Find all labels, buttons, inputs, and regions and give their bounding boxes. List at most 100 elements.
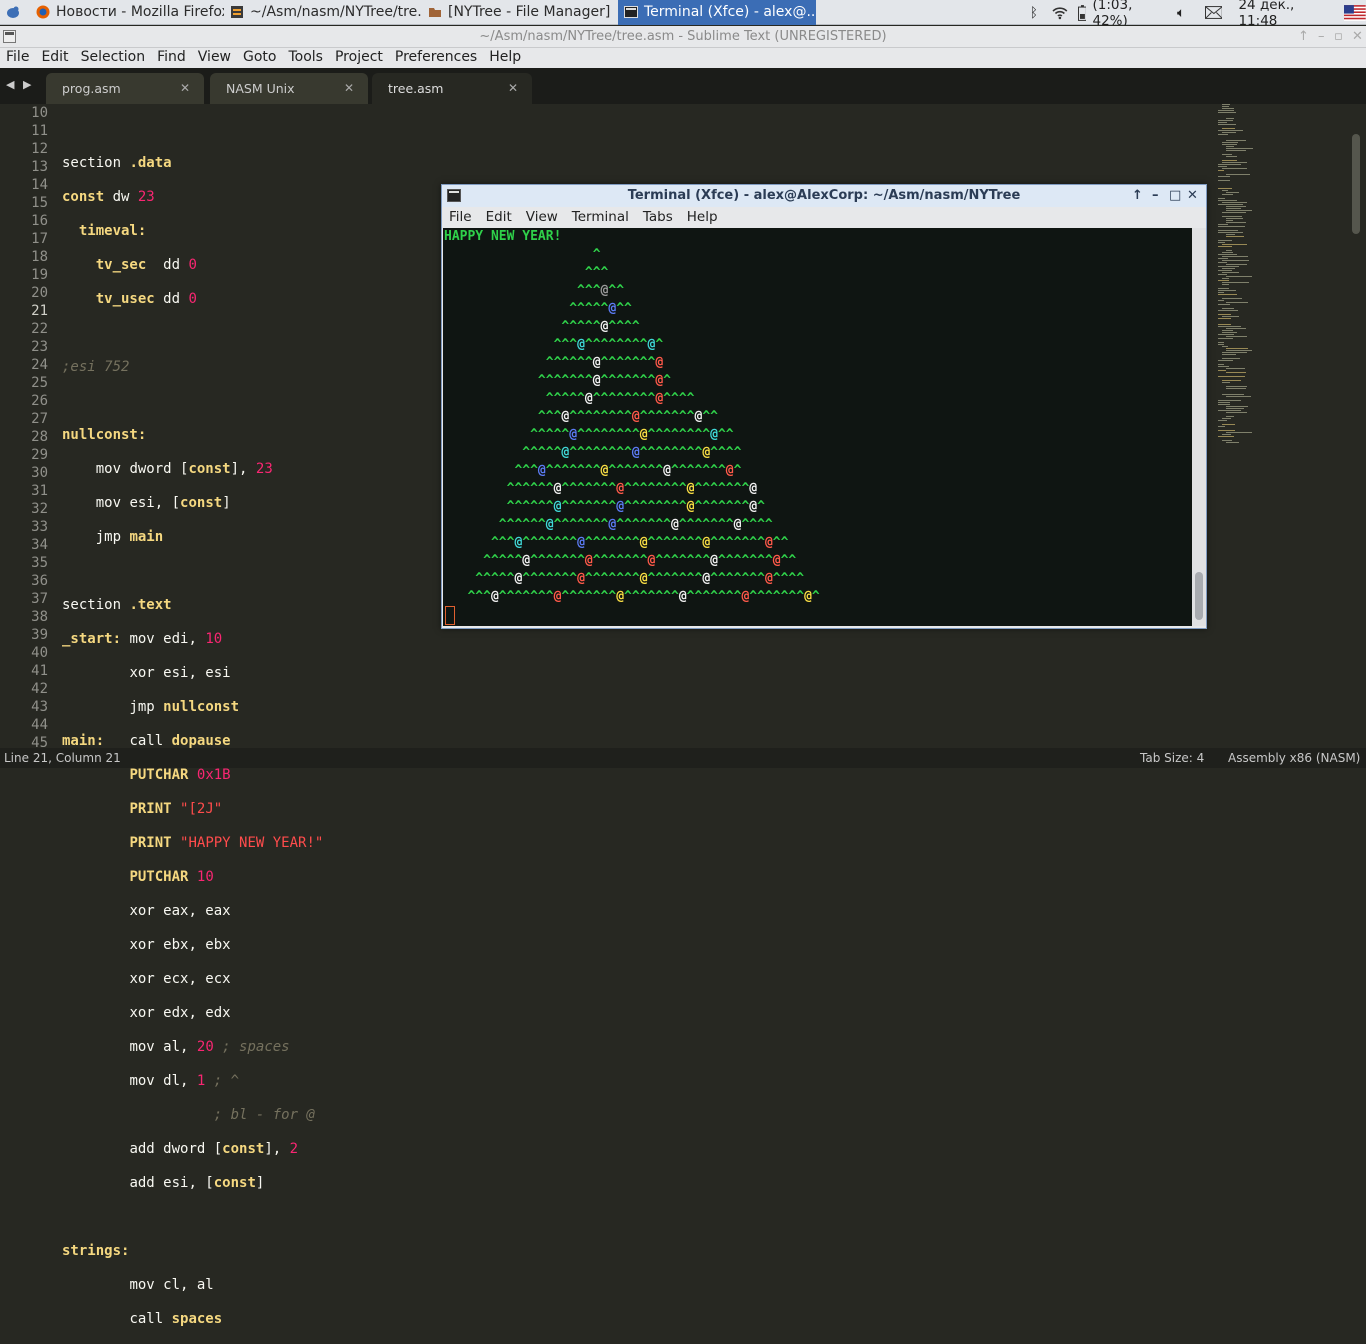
tab-nasm-unix[interactable]: NASM Unix ✕ [210, 73, 368, 104]
tab-close-icon[interactable]: ✕ [180, 73, 190, 104]
minimap-line [1222, 382, 1230, 383]
terminal-menu-edit[interactable]: Edit [479, 207, 519, 227]
terminal-menu-file[interactable]: File [442, 207, 479, 227]
minimap-line [1222, 104, 1230, 105]
minimap-line [1218, 404, 1230, 405]
terminal-scrollbar-thumb[interactable] [1195, 572, 1203, 620]
minimap-line [1222, 354, 1236, 355]
syntax-selector[interactable]: Assembly x86 (NASM) [1228, 748, 1360, 768]
battery-icon[interactable] [1077, 4, 1087, 21]
minimap-line [1222, 316, 1239, 317]
taskbar-item-file-manager[interactable]: [NYTree - File Manager] [422, 0, 618, 25]
us-flag-icon[interactable] [1344, 4, 1366, 21]
tab-tree-asm[interactable]: tree.asm ✕ [372, 73, 532, 104]
window-close-icon[interactable]: ✕ [1187, 185, 1198, 207]
window-pin-icon[interactable]: ↑ [1298, 26, 1309, 48]
firefox-icon [36, 5, 50, 19]
window-minimize-icon[interactable]: – [1318, 26, 1325, 48]
tab-scroll-left-icon[interactable]: ◀ [6, 78, 14, 91]
window-pin-icon[interactable]: ↑ [1132, 185, 1143, 207]
minimap-line [1226, 396, 1251, 397]
minimap-line [1222, 380, 1241, 381]
minimap-line [1218, 370, 1226, 371]
terminal-icon[interactable] [447, 189, 461, 202]
taskbar-item-firefox[interactable]: Новости - Mozilla Firefox [30, 0, 224, 25]
tab-scroll-right-icon[interactable]: ▶ [23, 78, 31, 91]
tab-prog-asm[interactable]: prog.asm ✕ [46, 73, 204, 104]
minimap-line [1218, 290, 1236, 291]
menu-edit[interactable]: Edit [35, 48, 74, 68]
minimap-line [1226, 236, 1244, 237]
mail-icon[interactable] [1204, 6, 1223, 19]
minimap-line [1218, 360, 1233, 361]
code-line: section .data [62, 155, 172, 171]
menu-launcher-button[interactable] [0, 0, 30, 25]
editor-scrollbar[interactable] [1352, 134, 1360, 234]
minimap-line [1218, 420, 1227, 421]
line-number: 22 [31, 321, 48, 337]
terminal-output[interactable]: HAPPY NEW YEAR! ^ ^^^ ^^^@^^ ^^^^^@^^ ^^… [443, 228, 1192, 626]
terminal-titlebar[interactable]: Terminal (Xfce) - alex@AlexCorp: ~/Asm/n… [442, 185, 1206, 207]
minimap-line [1222, 132, 1236, 133]
window-close-icon[interactable]: ✕ [1352, 26, 1363, 48]
minimap-line [1222, 434, 1231, 435]
line-number: 24 [31, 357, 48, 373]
minimap-line [1222, 330, 1233, 331]
code-line: _start: mov edi, 10 [62, 631, 223, 647]
wifi-icon[interactable] [1052, 6, 1068, 20]
minimap-line [1222, 260, 1249, 261]
window-maximize-icon[interactable]: □ [1169, 185, 1181, 207]
minimap-line [1218, 200, 1237, 201]
terminal-menu-view[interactable]: View [519, 207, 565, 227]
window-maximize-icon[interactable]: ▫ [1334, 26, 1343, 48]
terminal-menu-help[interactable]: Help [680, 207, 725, 227]
minimap-line [1218, 242, 1225, 243]
menu-view[interactable]: View [192, 48, 237, 68]
tab-bar: ◀ ▶ prog.asm ✕ NASM Unix ✕ tree.asm ✕ [0, 68, 1366, 104]
minimap-line [1222, 106, 1229, 107]
minimap-line [1218, 426, 1225, 427]
menu-tools[interactable]: Tools [282, 48, 329, 68]
line-number: 37 [31, 591, 48, 607]
system-tray: ᛒ (1:03, 42%) 🔈︎ 24 дек., 11:48 [1026, 0, 1366, 29]
minimap-line [1218, 166, 1227, 167]
line-number: 42 [31, 681, 48, 697]
minimap[interactable] [1218, 104, 1278, 464]
volume-icon[interactable]: 🔈︎ [1177, 5, 1195, 21]
editor-titlebar: ~/Asm/nasm/NYTree/tree.asm - Sublime Tex… [0, 26, 1366, 48]
minimap-line [1226, 146, 1234, 147]
menu-project[interactable]: Project [329, 48, 389, 68]
minimap-line [1222, 190, 1228, 191]
menu-preferences[interactable]: Preferences [389, 48, 483, 68]
menu-file[interactable]: File [0, 48, 35, 68]
taskbar-label: [NYTree - File Manager] [448, 4, 611, 20]
taskbar-item-sublime[interactable]: ~/Asm/nasm/NYTree/tre... [224, 0, 422, 25]
terminal-cursor [445, 606, 455, 625]
menu-find[interactable]: Find [151, 48, 192, 68]
minimap-line [1226, 208, 1241, 209]
terminal-menu-terminal[interactable]: Terminal [565, 207, 636, 227]
minimap-line [1226, 140, 1246, 141]
tab-close-icon[interactable]: ✕ [344, 73, 354, 104]
minimap-line [1226, 250, 1232, 251]
window-minimize-icon[interactable]: – [1152, 185, 1159, 207]
bluetooth-icon[interactable]: ᛒ [1026, 5, 1042, 21]
tab-size-selector[interactable]: Tab Size: 4 [1140, 748, 1204, 768]
menu-help[interactable]: Help [483, 48, 527, 68]
minimap-line [1218, 170, 1224, 171]
terminal-scrollbar[interactable] [1192, 228, 1206, 626]
minimap-line [1226, 222, 1246, 223]
battery-status: (1:03, 42%) [1092, 0, 1133, 29]
taskbar-item-terminal[interactable]: Terminal (Xfce) - alex@... [618, 0, 816, 25]
clock[interactable]: 24 дек., 11:48 [1238, 0, 1336, 29]
minimap-line [1226, 156, 1237, 157]
code-line: mov cl, al [129, 1277, 214, 1293]
code-line: ; bl - for @ [213, 1107, 315, 1123]
minimap-line [1218, 120, 1233, 121]
window-menu-icon[interactable] [3, 30, 16, 43]
tab-close-icon[interactable]: ✕ [508, 73, 518, 104]
minimap-line [1218, 314, 1231, 315]
terminal-menu-tabs[interactable]: Tabs [636, 207, 680, 227]
menu-goto[interactable]: Goto [237, 48, 282, 68]
menu-selection[interactable]: Selection [75, 48, 152, 68]
